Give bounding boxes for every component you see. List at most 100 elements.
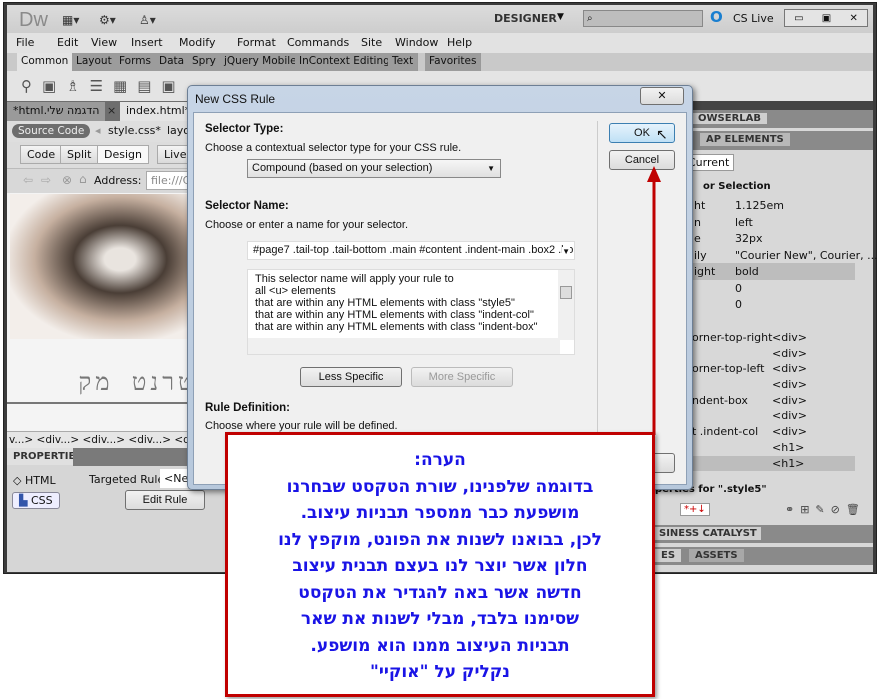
search-icon: ⌕	[587, 13, 593, 24]
property-row[interactable]: ily "Courier New", Courier, ...	[692, 247, 878, 264]
rule-row[interactable]: t .indent-col <div>	[692, 424, 855, 440]
insert-tab-incontext-editing[interactable]: InContext Editing	[295, 53, 395, 71]
insert-object-icons[interactable]: ⚲▣♗☰▦▤▣	[21, 77, 186, 95]
note-heading: הערה:	[414, 450, 466, 470]
gear-icon[interactable]: ⚙▾	[99, 13, 116, 27]
selector-name-input[interactable]: #page7 .tail-top .tail-bottom .main #con…	[247, 241, 575, 260]
set-properties-icon[interactable]: *+↓	[680, 503, 710, 516]
browserlab-tab[interactable]: OWSERLAB	[692, 113, 767, 124]
cs-live-button[interactable]: CS Live	[733, 12, 774, 25]
close-tab-icon[interactable]: ×	[107, 104, 116, 117]
property-row[interactable]: ht 1.125em	[692, 197, 855, 214]
dialog-close-button[interactable]: ✕	[640, 87, 684, 105]
selector-name-heading: Selector Name:	[205, 200, 289, 212]
note-line: חדשה אשר באה להגדיר את הטקסט	[298, 582, 582, 603]
restore-icon[interactable]: ▣	[822, 13, 831, 24]
pointer-arrow	[647, 166, 661, 435]
less-specific-button[interactable]: Less Specific	[300, 367, 402, 387]
related-file[interactable]: style.css*	[108, 124, 161, 137]
property-row[interactable]: e 32px	[692, 230, 855, 247]
menu-commands[interactable]: Commands	[287, 36, 349, 49]
menu-file[interactable]: File	[16, 36, 34, 49]
design-view-button[interactable]: Design	[97, 145, 149, 164]
vertical-scrollbar[interactable]	[558, 270, 574, 340]
property-row[interactable]: 0	[692, 296, 855, 313]
doc-tab-demo[interactable]: הדגמה שלי.html*	[7, 102, 106, 121]
horizontal-scrollbar[interactable]	[248, 338, 560, 354]
files-tab[interactable]: ES	[655, 549, 682, 562]
cslive-icon: O	[710, 8, 723, 26]
rule-row[interactable]: <div>	[692, 408, 855, 424]
rule-row[interactable]: ndent-box <div>	[692, 393, 855, 409]
code-icon: ◇	[13, 474, 25, 487]
more-specific-button[interactable]: More Specific	[411, 367, 513, 387]
property-name: e	[694, 232, 701, 245]
property-name: ight	[694, 265, 716, 278]
rule-row[interactable]: orner-top-left <div>	[692, 361, 855, 377]
chevron-down-icon[interactable]: ▼	[562, 247, 570, 256]
description-line: that are within any HTML elements with c…	[255, 297, 515, 309]
property-value: 32px	[735, 232, 763, 245]
chevron-down-icon[interactable]: ▼	[557, 12, 564, 22]
workspace-switcher[interactable]: DESIGNER	[494, 12, 557, 25]
note-line: מושפעת כבר ממספר תבניות עיצוב.	[300, 503, 580, 523]
html-mode-button[interactable]: ◇ HTML	[13, 474, 56, 487]
property-name: ht	[694, 199, 706, 212]
property-name: ily	[694, 248, 707, 262]
property-row[interactable]: n left	[692, 214, 855, 231]
insert-tab-spry[interactable]: Spry	[188, 53, 221, 71]
stop-icon[interactable]: ⊗	[62, 173, 72, 187]
rule-action-icons[interactable]: ⚭⊞✎⊘🗑	[785, 503, 866, 516]
menu-window[interactable]: Window	[395, 36, 438, 49]
minimize-icon[interactable]: ▭	[794, 13, 803, 24]
insert-tab-layout[interactable]: Layout	[72, 53, 117, 71]
search-input[interactable]: ⌕	[583, 10, 703, 27]
home-icon[interactable]: ⌂	[79, 172, 87, 186]
property-value: bold	[735, 265, 759, 278]
menu-site[interactable]: Site	[361, 36, 382, 49]
doc-tab-index[interactable]: index.html*	[120, 102, 197, 121]
insert-tab-forms[interactable]: Forms	[115, 53, 156, 71]
layout-icon[interactable]: ▦▾	[62, 13, 79, 27]
menu-help[interactable]: Help	[447, 36, 472, 49]
rule-row[interactable]: <div>	[692, 377, 855, 393]
rule-tag: <div>	[772, 425, 807, 439]
rule-row[interactable]: <h1>	[692, 455, 855, 472]
menu-format[interactable]: Format	[237, 36, 276, 49]
assets-tab[interactable]: ASSETS	[689, 549, 744, 562]
forward-icon[interactable]: ⇨	[41, 173, 51, 187]
menu-edit[interactable]: Edit	[57, 36, 78, 49]
site-icon[interactable]: ♙▾	[139, 13, 156, 27]
insert-tab-jquery-mobile[interactable]: jQuery Mobile	[220, 53, 302, 71]
menu-view[interactable]: View	[91, 36, 117, 49]
arrow-head-icon	[647, 166, 661, 182]
menu-bar: File Edit View Insert Modify Format Commands Si…	[7, 33, 873, 53]
property-row[interactable]: ight bold	[692, 263, 855, 280]
close-icon[interactable]: ✕	[849, 13, 857, 24]
insert-tab-data[interactable]: Data	[155, 53, 190, 71]
rule-row[interactable]: <div>	[692, 346, 855, 362]
back-icon[interactable]: ⇦	[23, 173, 33, 187]
code-view-button[interactable]: Code	[20, 145, 63, 164]
selection-header: or Selection	[703, 181, 771, 192]
split-view-button[interactable]: Split	[60, 145, 99, 164]
property-row[interactable]: 0	[692, 280, 855, 297]
arrow-left-icon[interactable]: ◂	[95, 124, 101, 137]
insert-tab-favorites[interactable]: Favorites	[425, 53, 482, 71]
rule-row[interactable]: orner-top-right <div>	[692, 330, 855, 346]
rule-tag: <div>	[772, 409, 807, 423]
selector-type-select[interactable]: Compound (based on your selection) ▼	[247, 159, 501, 178]
edit-rule-button[interactable]: Edit Rule	[125, 490, 205, 510]
css-mode-button[interactable]: ▙ CSS	[12, 492, 60, 509]
rule-definition-heading: Rule Definition:	[205, 402, 290, 414]
menu-modify[interactable]: Modify	[179, 36, 215, 49]
rule-row[interactable]: <h1>	[692, 440, 855, 456]
note-line: תבניות העיצוב ממנו הוא מושפע.	[310, 635, 570, 656]
menu-insert[interactable]: Insert	[131, 36, 163, 49]
source-code-button[interactable]: Source Code	[12, 124, 91, 138]
insert-tab-common[interactable]: Common	[17, 53, 74, 71]
insert-tab-text[interactable]: Text	[388, 53, 419, 71]
annotation-note: הערה: בדוגמה שלפנינו, שורת הטקסט שבחרנו מו…	[225, 432, 655, 697]
ap-elements-tab[interactable]: AP ELEMENTS	[700, 133, 790, 146]
business-catalyst-tab[interactable]: SINESS CATALYST	[655, 527, 761, 540]
